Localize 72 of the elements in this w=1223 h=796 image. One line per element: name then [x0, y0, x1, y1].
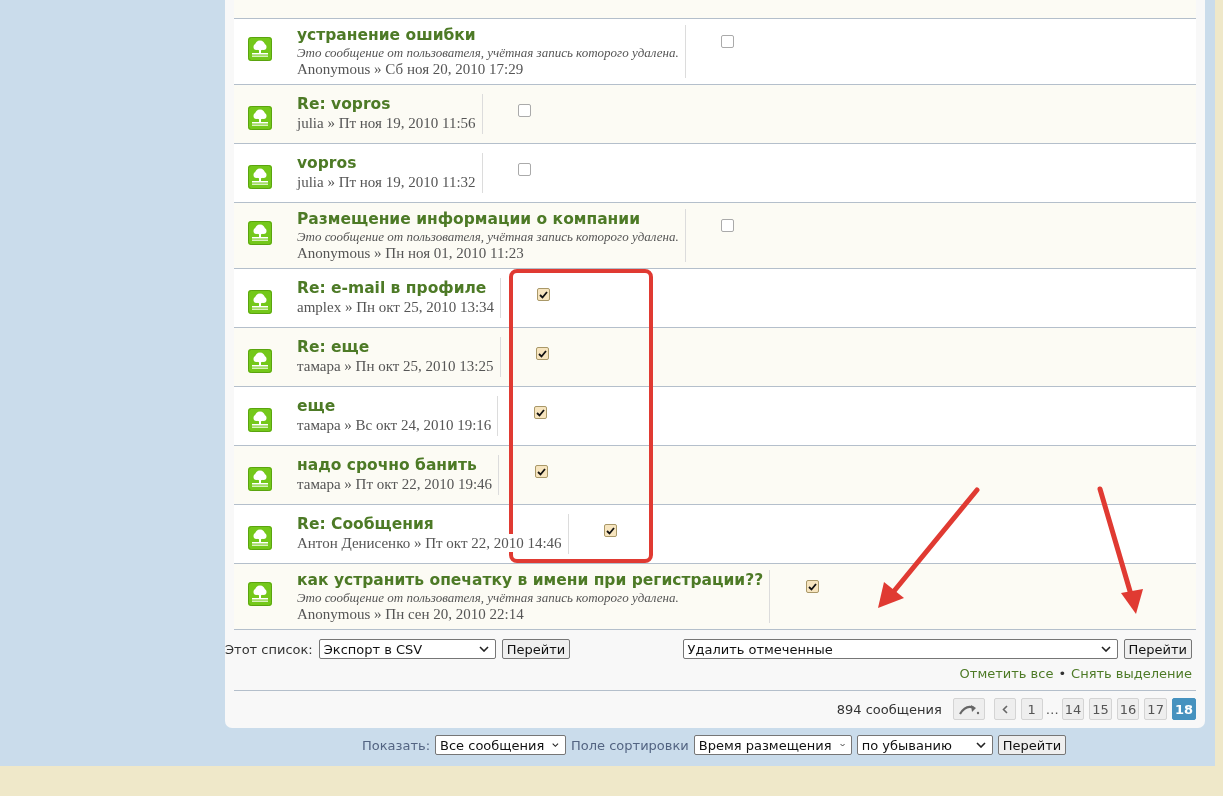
topic-icon [248, 408, 272, 432]
topic-icon [248, 526, 272, 550]
chevron-left-icon [1001, 704, 1008, 714]
list-label: Этот список: [225, 641, 313, 657]
moderation-select[interactable]: Удалить отмеченные [682, 639, 1118, 659]
caret-icon [975, 742, 986, 748]
checkbox[interactable] [533, 406, 547, 419]
page-button[interactable]: 15 [1089, 698, 1112, 720]
checkbox[interactable] [536, 288, 550, 301]
caret-icon [839, 742, 845, 748]
topic-title-link[interactable]: Размещение информации о компании [297, 209, 679, 229]
checkbox[interactable] [604, 524, 618, 537]
topic-title-link[interactable]: vopros [297, 153, 476, 173]
topic-title-link[interactable]: еще [297, 396, 492, 416]
deleted-user-note: Это сообщение от пользователя, учётная запись которого удалена. [297, 45, 679, 60]
topic-icon [248, 582, 272, 606]
previous-page-button[interactable] [993, 698, 1016, 720]
go-button[interactable]: Перейти [997, 735, 1067, 755]
checkbox[interactable] [536, 347, 550, 360]
checkbox[interactable] [518, 104, 532, 117]
checkmark-icon [538, 349, 548, 358]
export-select[interactable]: Экспорт в CSV [318, 639, 496, 659]
page-button[interactable]: 18 [1171, 698, 1196, 720]
show-select[interactable]: Все сообщения [435, 735, 567, 755]
topic-title-link[interactable]: устранение ошибки [297, 25, 679, 45]
deleted-user-note: Это сообщение от пользователя, учётная запись которого удалена. [297, 590, 680, 605]
topic-title-link[interactable]: Re: еще [297, 337, 494, 357]
topic-icon [248, 106, 272, 130]
topic-title-link[interactable]: Re: vopros [297, 94, 476, 114]
go-button[interactable]: Перейти [1123, 639, 1192, 659]
checkmark-icon [807, 582, 817, 591]
checkbox[interactable] [534, 465, 548, 478]
topic-title-link[interactable]: как устранить опечатку в имени при регистрации?? [297, 570, 764, 590]
separator-dot: • [1058, 666, 1067, 681]
checkbox[interactable] [721, 35, 735, 48]
topic-title-link[interactable]: Re: e-mail в профиле [297, 278, 495, 298]
deleted-user-note: Это сообщение от пользователя, учётная запись которого удалена. [297, 229, 679, 244]
unmark-all-link[interactable]: Снять выделение [1071, 666, 1192, 681]
sort-order-select[interactable]: по убыванию [856, 735, 993, 755]
checkmark-icon [538, 290, 548, 299]
topic-title-link[interactable]: Re: Сообщения [297, 514, 562, 534]
jump-button[interactable] [952, 698, 985, 720]
checkbox[interactable] [805, 580, 819, 593]
checkbox[interactable] [518, 163, 532, 176]
checkmark-icon [536, 467, 546, 476]
topic-icon [248, 37, 272, 61]
go-button[interactable]: Перейти [501, 639, 571, 659]
sort-label: Поле сортировки [571, 737, 689, 753]
topic-icon [248, 165, 272, 189]
topic-title-link[interactable]: надо срочно банить [297, 455, 493, 475]
checkmark-icon [535, 408, 545, 417]
checkbox[interactable] [721, 219, 735, 232]
caret-icon [478, 646, 489, 652]
caret-icon [552, 742, 560, 748]
checkmark-icon [606, 526, 616, 535]
topic-icon [248, 221, 272, 245]
page-button[interactable]: 16 [1116, 698, 1140, 720]
post-meta: Антон Денисенко » Пт окт 22, 2010 14:46 [297, 534, 562, 552]
topic-icon [248, 349, 272, 373]
sort-field-select[interactable]: Время размещения [693, 735, 852, 755]
ellipsis: … [1045, 701, 1059, 717]
topic-icon [248, 467, 272, 491]
page-button[interactable]: 17 [1144, 698, 1167, 720]
curved-arrow-icon [957, 703, 980, 715]
topic-icon [248, 290, 272, 314]
post-count: 894 сообщения [836, 701, 942, 717]
page-button[interactable]: 14 [1061, 698, 1085, 720]
show-label: Показать: [362, 737, 431, 753]
mark-all-link[interactable]: Отметить все [959, 666, 1054, 681]
page-button[interactable]: 1 [1020, 698, 1043, 720]
post-meta: Anonymous » Сб ноя 20, 2010 17:29 [297, 60, 524, 78]
caret-icon [1100, 646, 1111, 652]
